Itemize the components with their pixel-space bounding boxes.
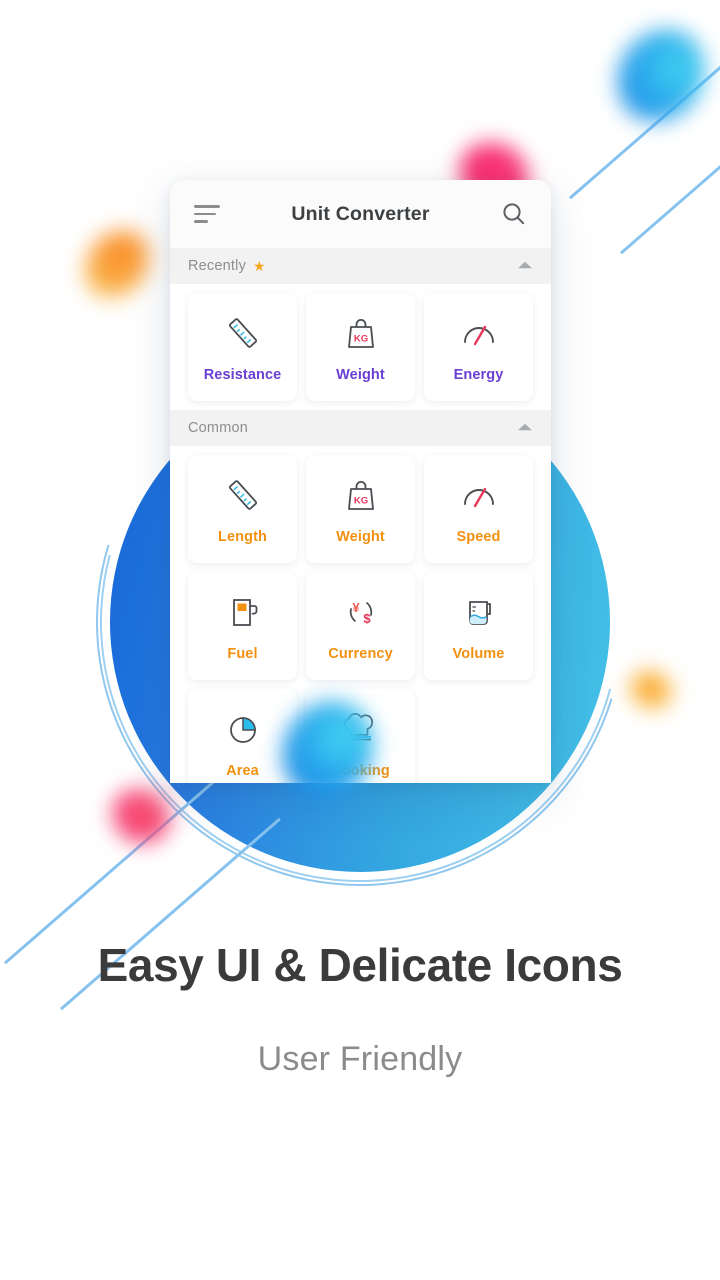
tile-label: Speed [456, 528, 501, 545]
fuel-pump-icon [223, 591, 263, 633]
tile-volume[interactable]: Volume [424, 572, 533, 680]
weight-bag-icon: KG [341, 312, 381, 354]
tile-label: Weight [336, 528, 385, 545]
promo-subheadline: User Friendly [257, 1040, 463, 1078]
search-icon[interactable] [501, 201, 527, 227]
tile-currency[interactable]: ¥ $ Currency [306, 572, 415, 680]
beaker-icon [459, 591, 499, 633]
currency-exchange-icon: ¥ $ [340, 591, 382, 633]
weight-bag-icon: KG [341, 474, 381, 516]
tile-label: Currency [328, 645, 393, 662]
svg-text:¥: ¥ [352, 600, 360, 615]
star-icon: ★ [253, 258, 266, 274]
blob-orange-right [623, 663, 679, 717]
tile-label: Area [226, 762, 259, 779]
tile-label: Resistance [203, 366, 282, 383]
app-bar: Unit Converter [170, 180, 551, 248]
svg-text:$: $ [363, 611, 371, 626]
decorative-line-bottom-left-1 [4, 765, 233, 964]
caret-up-icon[interactable] [517, 419, 533, 437]
svg-text:KG: KG [353, 333, 367, 344]
app-screenshot-card: Unit Converter Recently ★ Resistance KG … [170, 180, 551, 783]
tile-label: Energy [453, 366, 504, 383]
tile-area[interactable]: Area [188, 689, 297, 783]
blob-orange-left [71, 217, 163, 311]
tile-weight-common[interactable]: KG Weight [306, 455, 415, 563]
tile-energy[interactable]: Energy [424, 293, 533, 401]
section-title-recently: Recently [188, 258, 247, 274]
gauge-icon [458, 474, 500, 516]
tile-speed[interactable]: Speed [424, 455, 533, 563]
ruler-icon [223, 474, 263, 516]
pie-chart-icon [223, 708, 263, 750]
tile-label: Length [218, 528, 267, 545]
tile-weight-recently[interactable]: KG Weight [306, 293, 415, 401]
gauge-icon [458, 312, 500, 354]
section-title-common: Common [188, 420, 249, 436]
ruler-icon [223, 312, 263, 354]
converter-list[interactable]: Recently ★ Resistance KG Weight Energy C… [170, 248, 551, 783]
hamburger-menu-icon[interactable] [194, 205, 222, 223]
tile-label: Weight [336, 366, 385, 383]
section-header-common[interactable]: Common [170, 410, 551, 446]
tile-label: Volume [452, 645, 505, 662]
section-header-recently[interactable]: Recently ★ [170, 248, 551, 284]
svg-text:KG: KG [353, 495, 367, 506]
tile-grid-recently: Resistance KG Weight Energy [170, 284, 551, 401]
page-title: Unit Converter [291, 202, 430, 225]
tile-length[interactable]: Length [188, 455, 297, 563]
tile-fuel[interactable]: Fuel [188, 572, 297, 680]
tile-label: Fuel [227, 645, 258, 662]
promo-headline: Easy UI & Delicate Icons [97, 939, 623, 991]
caret-up-icon[interactable] [517, 257, 533, 275]
tile-resistance[interactable]: Resistance [188, 293, 297, 401]
blob-blue-top-right [600, 13, 720, 138]
